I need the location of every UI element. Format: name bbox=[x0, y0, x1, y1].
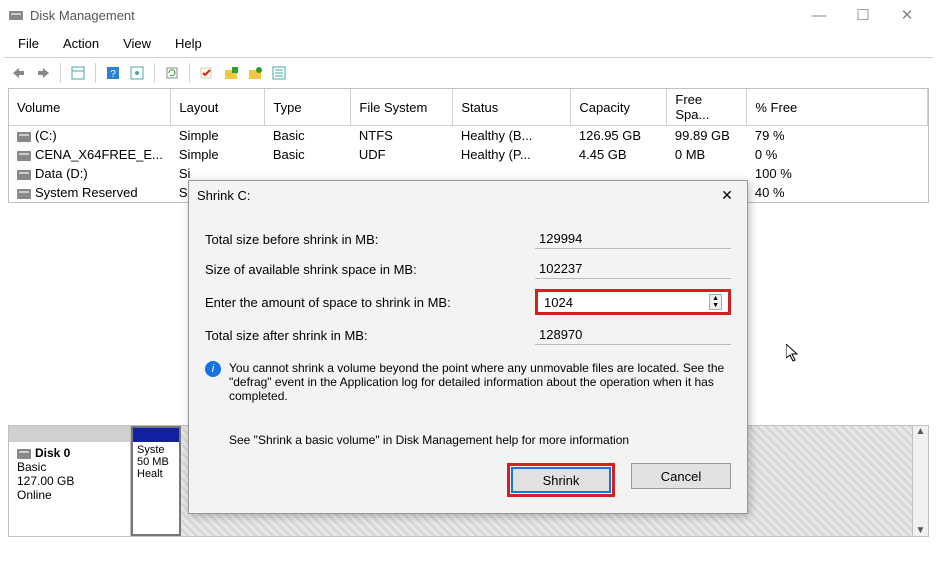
value-available: 102237 bbox=[535, 259, 731, 279]
col-fs[interactable]: File System bbox=[351, 89, 453, 126]
value-total-before: 129994 bbox=[535, 229, 731, 249]
dialog-title: Shrink C: bbox=[197, 188, 715, 203]
col-status[interactable]: Status bbox=[453, 89, 571, 126]
app-icon bbox=[8, 7, 24, 23]
volume-icon bbox=[17, 132, 31, 142]
disk-icon bbox=[17, 449, 31, 459]
scroll-up-icon[interactable]: ▲ bbox=[916, 426, 926, 437]
minimize-button[interactable]: — bbox=[797, 2, 841, 28]
table-row[interactable]: (C:) Simple Basic NTFS Healthy (B... 126… bbox=[9, 126, 928, 146]
maximize-button[interactable]: ☐ bbox=[841, 2, 885, 28]
check-icon[interactable] bbox=[196, 62, 218, 84]
close-icon[interactable]: ✕ bbox=[715, 185, 739, 205]
info-icon: i bbox=[205, 361, 221, 377]
spin-up-icon[interactable]: ▲ bbox=[710, 295, 721, 302]
properties-icon[interactable] bbox=[126, 62, 148, 84]
label-enter-amount: Enter the amount of space to shrink in M… bbox=[205, 295, 535, 310]
new-folder-icon[interactable] bbox=[220, 62, 242, 84]
col-volume[interactable]: Volume bbox=[9, 89, 171, 126]
menu-view[interactable]: View bbox=[119, 34, 155, 53]
label-total-before: Total size before shrink in MB: bbox=[205, 232, 535, 247]
table-row[interactable]: CENA_X64FREE_E... Simple Basic UDF Healt… bbox=[9, 145, 928, 164]
scroll-down-icon[interactable]: ▼ bbox=[916, 525, 926, 536]
column-header-row: Volume Layout Type File System Status Ca… bbox=[9, 89, 928, 126]
open-folder-icon[interactable] bbox=[244, 62, 266, 84]
col-layout[interactable]: Layout bbox=[171, 89, 265, 126]
spin-down-icon[interactable]: ▼ bbox=[710, 302, 721, 309]
col-free[interactable]: Free Spa... bbox=[667, 89, 747, 126]
list-icon[interactable] bbox=[268, 62, 290, 84]
shrink-amount-value[interactable]: 1024 bbox=[544, 295, 709, 310]
forward-button[interactable] bbox=[32, 62, 54, 84]
menubar: File Action View Help bbox=[4, 30, 933, 58]
menu-file[interactable]: File bbox=[14, 34, 43, 53]
shrink-amount-input[interactable]: 1024 ▲ ▼ bbox=[535, 289, 731, 315]
label-total-after: Total size after shrink in MB: bbox=[205, 328, 535, 343]
info-text-1: You cannot shrink a volume beyond the po… bbox=[229, 361, 731, 403]
svg-text:?: ? bbox=[110, 69, 116, 80]
col-type[interactable]: Type bbox=[265, 89, 351, 126]
help-icon[interactable]: ? bbox=[102, 62, 124, 84]
partition[interactable]: Syste 50 MB Healt bbox=[131, 426, 181, 536]
cursor-icon bbox=[786, 344, 802, 364]
window-title: Disk Management bbox=[30, 8, 797, 23]
shrink-dialog: Shrink C: ✕ Total size before shrink in … bbox=[188, 180, 748, 514]
shrink-button[interactable]: Shrink bbox=[511, 467, 611, 493]
cancel-button[interactable]: Cancel bbox=[631, 463, 731, 489]
toolbar-view-icon[interactable] bbox=[67, 62, 89, 84]
menu-help[interactable]: Help bbox=[171, 34, 206, 53]
volume-icon bbox=[17, 189, 31, 199]
value-total-after: 128970 bbox=[535, 325, 731, 345]
disk-info: Disk 0 Basic 127.00 GB Online bbox=[9, 426, 131, 536]
scrollbar[interactable]: ▲ ▼ bbox=[912, 426, 928, 536]
info-text-2: See "Shrink a basic volume" in Disk Mana… bbox=[205, 433, 731, 447]
col-cap[interactable]: Capacity bbox=[571, 89, 667, 126]
refresh-icon[interactable] bbox=[161, 62, 183, 84]
toolbar: ? bbox=[0, 58, 937, 88]
back-button[interactable] bbox=[8, 62, 30, 84]
label-available: Size of available shrink space in MB: bbox=[205, 262, 535, 277]
window-titlebar: Disk Management — ☐ ✕ bbox=[0, 0, 937, 30]
dialog-titlebar[interactable]: Shrink C: ✕ bbox=[189, 181, 747, 209]
col-pctfree[interactable]: % Free bbox=[747, 89, 928, 126]
menu-action[interactable]: Action bbox=[59, 34, 103, 53]
volume-icon bbox=[17, 170, 31, 180]
close-window-button[interactable]: ✕ bbox=[885, 2, 929, 28]
volume-icon bbox=[17, 151, 31, 161]
